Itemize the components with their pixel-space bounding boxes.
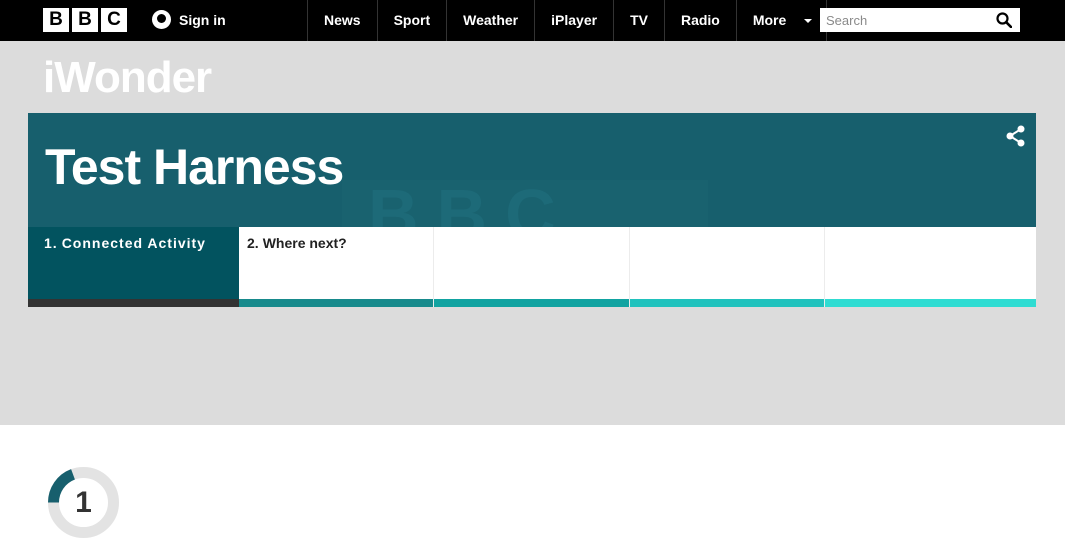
chapter-tabs: 1. Connected Activity 2. Where next?: [28, 227, 1036, 307]
search-icon[interactable]: [996, 12, 1012, 28]
step-number: 1: [75, 486, 92, 519]
nav-item-weather[interactable]: Weather: [446, 0, 534, 41]
search-input[interactable]: [820, 8, 990, 32]
bbc-logo-block: B: [72, 8, 98, 32]
bbc-watermark: BBC: [368, 175, 574, 227]
bbc-logo[interactable]: B B C: [43, 8, 127, 32]
user-icon: [152, 10, 171, 29]
page-title: Test Harness: [45, 139, 344, 195]
nav-item-iplayer[interactable]: iPlayer: [534, 0, 613, 41]
tab-empty[interactable]: [825, 227, 1036, 307]
tab-where-next[interactable]: 2. Where next?: [239, 227, 434, 307]
tab-progress-bar: [28, 299, 239, 307]
search-box: [820, 8, 1020, 32]
bbc-masthead: B B C Sign in News Sport Weather iPlayer…: [0, 0, 1065, 41]
nav-item-tv[interactable]: TV: [613, 0, 664, 41]
nav-item-sport[interactable]: Sport: [376, 0, 447, 41]
bbc-logo-block: B: [43, 8, 69, 32]
step-indicator: 1: [47, 466, 120, 539]
tab-number: 2.: [247, 235, 259, 251]
nav-item-radio[interactable]: Radio: [663, 0, 736, 41]
tab-empty[interactable]: [434, 227, 630, 307]
tab-empty[interactable]: [630, 227, 825, 307]
iwonder-logo[interactable]: iWonder: [43, 56, 212, 100]
tab-title: Connected Activity: [61, 235, 206, 251]
tab-progress-bar: [630, 299, 824, 307]
tab-progress-bar: [825, 299, 1036, 307]
nav-item-more-label: More: [752, 12, 787, 28]
sign-in-link[interactable]: Sign in: [152, 10, 226, 29]
main-nav: News Sport Weather iPlayer TV Radio More: [307, 0, 828, 41]
tab-number: 1.: [44, 235, 58, 251]
tab-label: 2. Where next?: [247, 235, 347, 251]
share-icon[interactable]: [1006, 125, 1026, 147]
tab-connected-activity[interactable]: 1. Connected Activity: [28, 227, 239, 307]
nav-item-news[interactable]: News: [307, 0, 377, 41]
sign-in-label: Sign in: [179, 11, 226, 28]
nav-item-more[interactable]: More: [735, 0, 828, 41]
tab-title: Where next?: [262, 235, 347, 251]
tab-progress-bar: [434, 299, 629, 307]
chevron-down-icon: [804, 19, 813, 24]
tab-label: 1. Connected Activity: [44, 235, 206, 251]
title-banner: BBC Test Harness: [28, 113, 1036, 227]
tab-progress-bar: [239, 299, 433, 307]
bbc-logo-block: C: [101, 8, 127, 32]
